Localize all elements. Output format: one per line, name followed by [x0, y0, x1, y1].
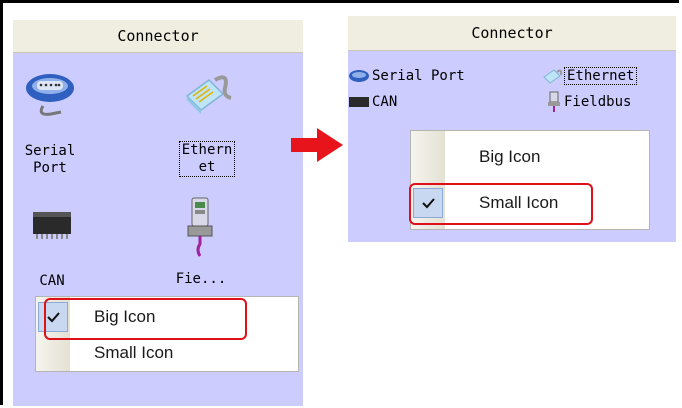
menu-item-big-icon[interactable]: Big Icon [411, 139, 649, 175]
panel-header: Connector [13, 20, 303, 53]
connector-label: Fie... [175, 271, 227, 287]
check-icon [38, 302, 68, 332]
check-icon [413, 188, 443, 218]
can-icon [33, 212, 71, 239]
serial-port-icon [349, 70, 369, 82]
connector-item-serial-port[interactable]: Serial Port [348, 66, 467, 86]
view-context-menu: Big Icon Small Icon [410, 130, 650, 230]
menu-item-small-icon[interactable]: Small Icon [411, 185, 649, 221]
connector-label: Ethern et [178, 141, 236, 177]
ethernet-icon [543, 69, 563, 84]
view-context-menu: Big Icon Small Icon [35, 296, 299, 372]
fieldbus-icon [548, 91, 560, 112]
connector-item-fieldbus[interactable]: Fieldbus [546, 91, 633, 112]
connector-label: CAN [39, 273, 65, 289]
menu-item-small-icon[interactable]: Small Icon [36, 335, 298, 371]
can-icon [349, 97, 369, 107]
connector-panel-big-icons: Connector Serial Port Ethern et CAN Fie.… [13, 20, 303, 406]
connector-panel-small-icons: Connector Serial Port Ethernet CAN Field… [348, 16, 676, 242]
connector-item-can[interactable]: CAN [348, 92, 399, 112]
serial-port-icon [26, 74, 74, 116]
connector-item-serial-port[interactable]: Serial Port [17, 66, 83, 177]
connector-item-ethernet[interactable]: Ethernet [542, 66, 638, 86]
menu-item-big-icon[interactable]: Big Icon [36, 299, 298, 335]
arrow-right-icon [291, 128, 343, 162]
connector-item-fieldbus[interactable]: Fie... [171, 196, 231, 288]
fieldbus-icon [187, 197, 213, 257]
panel-header: Connector [348, 16, 676, 51]
connector-label: Serial Port [24, 143, 76, 176]
connector-item-ethernet[interactable]: Ethern et [165, 66, 249, 177]
connector-item-can[interactable]: CAN [27, 204, 77, 290]
ethernet-icon [185, 75, 232, 114]
